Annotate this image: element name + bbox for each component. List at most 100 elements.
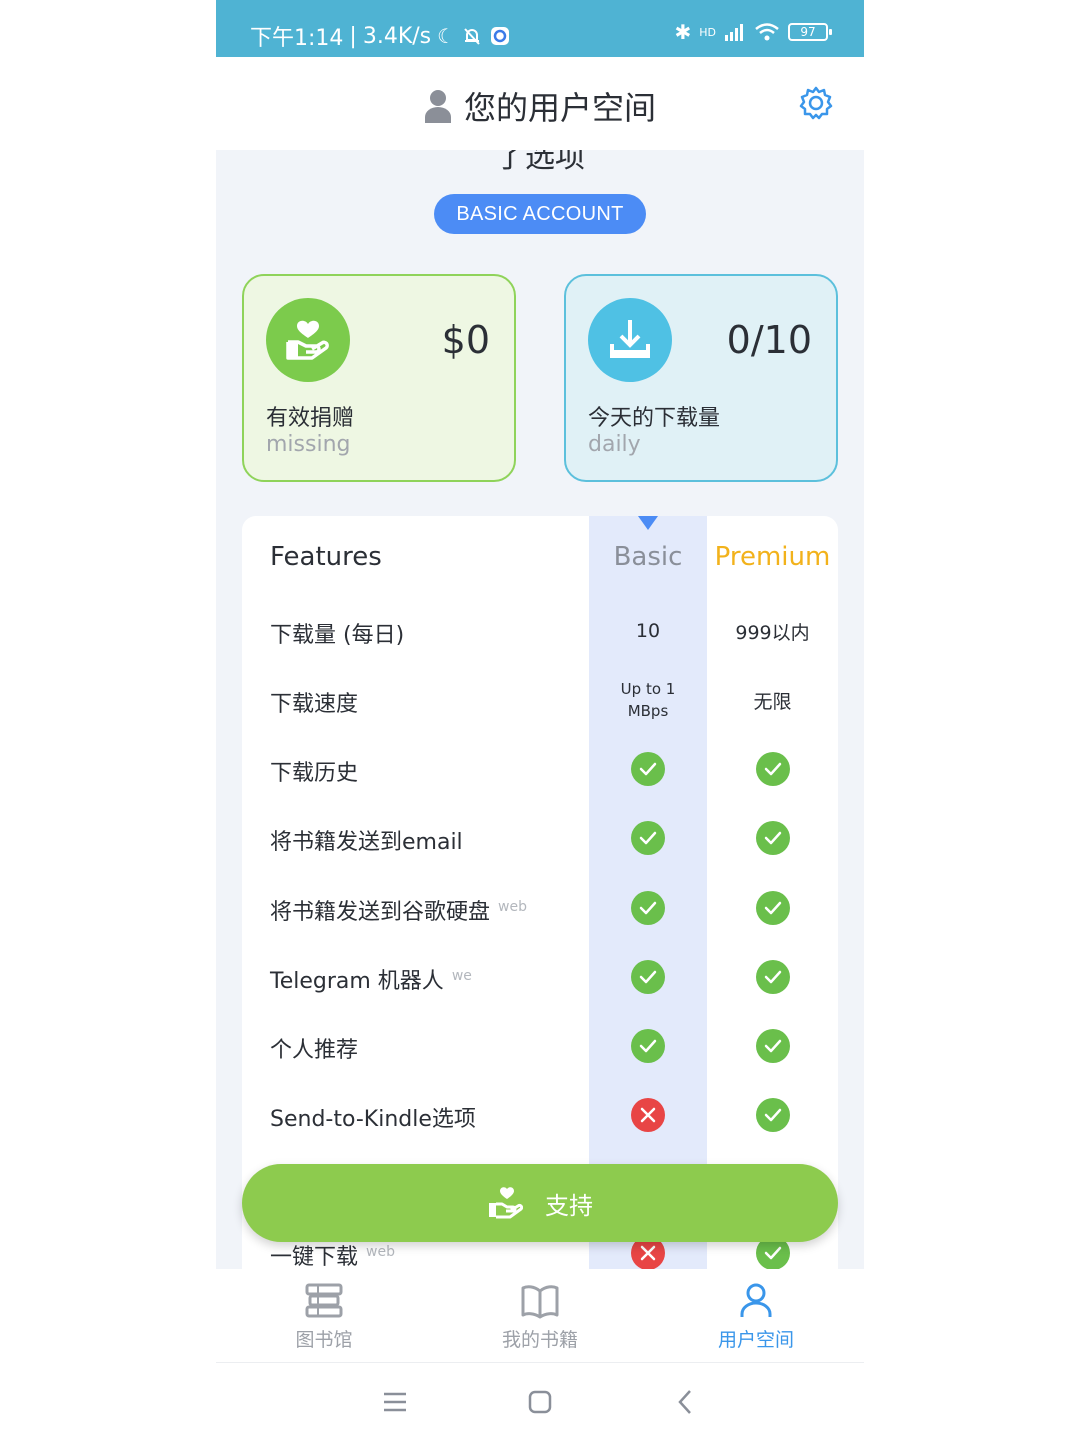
basic-value: 10 <box>635 620 661 642</box>
table-row: Telegram 机器人 we <box>242 947 838 1007</box>
premium-cell <box>707 739 838 799</box>
status-right: ✱ HD 97 <box>674 20 832 44</box>
check-icon <box>631 1029 665 1063</box>
basic-cell <box>589 739 707 799</box>
nav-item-my-books[interactable]: 我的书籍 <box>460 1283 620 1352</box>
wifi-icon <box>755 23 779 41</box>
app-header: 您的用户空间 <box>216 57 864 150</box>
network-type: HD <box>699 25 716 39</box>
check-icon <box>755 960 790 994</box>
feature-label-text: Telegram 机器人 <box>270 969 444 994</box>
basic-header: Basic <box>613 542 683 572</box>
home-icon[interactable] <box>525 1387 555 1417</box>
premium-cell <box>707 878 838 938</box>
phone-screen: 下午1:14 | 3.4K/s ☾ ✱ HD 97 您的用户空间 了选项 BAS… <box>216 0 864 1439</box>
feature-label: Telegram 机器人 we <box>270 963 472 995</box>
status-left: 下午1:14 | 3.4K/s ☾ <box>250 20 511 52</box>
basic-value: Up to 1 MBps <box>620 680 676 720</box>
feature-label: 下载量 (每日) <box>270 617 404 649</box>
current-plan-marker <box>638 516 658 530</box>
page-title-text: 您的用户空间 <box>463 89 656 127</box>
premium-value: 无限 <box>753 690 792 713</box>
table-row: 将书籍发送到email <box>242 808 838 868</box>
basic-cell <box>589 808 707 868</box>
downloads-value: 0/10 <box>726 318 812 362</box>
app-notification-icon <box>491 27 510 45</box>
feature-label-text: 一键下载 <box>270 1245 359 1269</box>
check-icon <box>755 1029 790 1063</box>
premium-cell: 999以内 <box>707 601 838 661</box>
downloads-sub: daily <box>588 432 641 457</box>
platform-tag: web <box>366 1244 395 1260</box>
nav-label-my-books: 我的书籍 <box>501 1329 578 1351</box>
status-speed: 3.4K/s <box>362 23 432 49</box>
platform-tag: web <box>498 899 527 915</box>
open-book-icon <box>521 1285 559 1319</box>
feature-label: 一键下载 web <box>270 1239 395 1269</box>
check-icon <box>755 752 790 786</box>
check-icon <box>631 891 665 925</box>
feature-label: 将书籍发送到谷歌硬盘 web <box>270 894 527 926</box>
donation-label: 有效捐赠 <box>266 406 355 431</box>
nav-item-library[interactable]: 图书馆 <box>244 1283 404 1352</box>
check-icon <box>755 1098 790 1132</box>
basic-cell <box>589 878 707 938</box>
library-icon <box>305 1283 343 1318</box>
cross-icon <box>631 1098 665 1132</box>
premium-value: 999以内 <box>735 621 810 644</box>
status-time: 下午1:14 <box>250 26 344 51</box>
nav-label-user-space: 用户空间 <box>717 1329 794 1351</box>
check-icon <box>755 821 790 855</box>
premium-cell: 无限 <box>707 670 838 730</box>
donate-hand-heart-icon <box>266 298 350 382</box>
support-button[interactable]: 支持 <box>242 1164 838 1242</box>
nav-item-user-space[interactable]: 用户空间 <box>676 1283 836 1352</box>
menu-icon[interactable] <box>380 1387 410 1417</box>
partial-heading: 了选项 <box>495 150 585 175</box>
feature-label: 下载速度 <box>270 686 358 718</box>
donation-sub: missing <box>266 432 351 457</box>
system-nav-bar <box>216 1362 864 1439</box>
bluetooth-icon: ✱ <box>674 20 692 44</box>
signal-icon <box>725 24 743 41</box>
page-title: 您的用户空间 <box>216 83 864 129</box>
features-header: Features <box>270 542 382 572</box>
check-icon <box>631 821 665 855</box>
premium-cell <box>707 947 838 1007</box>
basic-cell <box>589 947 707 1007</box>
table-row: Send-to-Kindle选项 <box>242 1085 838 1145</box>
support-label: 支持 <box>545 1191 593 1220</box>
feature-label: 下载历史 <box>270 755 358 787</box>
feature-label-text: 下载历史 <box>270 761 359 786</box>
premium-cell <box>707 808 838 868</box>
feature-label-text: 将书籍发送到谷歌硬盘 <box>270 900 491 925</box>
check-icon <box>631 752 665 786</box>
battery-icon: 97 <box>788 23 832 41</box>
feature-label-text: 个人推荐 <box>270 1038 359 1063</box>
feature-label-text: 下载速度 <box>270 692 359 717</box>
main-content[interactable]: 了选项 BASIC ACCOUNT $0 有效捐赠 missing 0/10 今… <box>216 150 864 1269</box>
donation-card: $0 有效捐赠 missing <box>242 274 516 482</box>
table-row: 将书籍发送到谷歌硬盘 web <box>242 878 838 938</box>
platform-tag: we <box>451 968 472 984</box>
back-icon[interactable] <box>671 1387 701 1417</box>
features-table: Features Basic Premium 下载量 (每日) 10 999以内 下载… <box>242 516 838 1269</box>
table-row: 个人推荐 <box>242 1016 838 1076</box>
bell-off-icon <box>464 28 480 45</box>
basic-cell: 10 <box>589 601 707 661</box>
gear-icon[interactable] <box>798 85 834 121</box>
check-icon <box>755 891 790 925</box>
basic-cell <box>589 1016 707 1076</box>
feature-label: 将书籍发送到email <box>270 824 463 856</box>
premium-header: Premium <box>714 542 831 572</box>
table-row: 下载历史 <box>242 739 838 799</box>
basic-cell <box>589 1085 707 1145</box>
account-type-badge: BASIC ACCOUNT <box>434 194 646 234</box>
feature-label-text: Send-to-Kindle选项 <box>270 1107 476 1132</box>
status-divider: | <box>349 23 357 49</box>
feature-label: 个人推荐 <box>270 1032 358 1064</box>
table-row: 下载量 (每日) 10 999以内 <box>242 601 838 661</box>
status-bar: 下午1:14 | 3.4K/s ☾ ✱ HD 97 <box>216 0 864 57</box>
donate-hand-heart-icon <box>489 1187 523 1219</box>
moon-icon: ☾ <box>437 24 456 48</box>
